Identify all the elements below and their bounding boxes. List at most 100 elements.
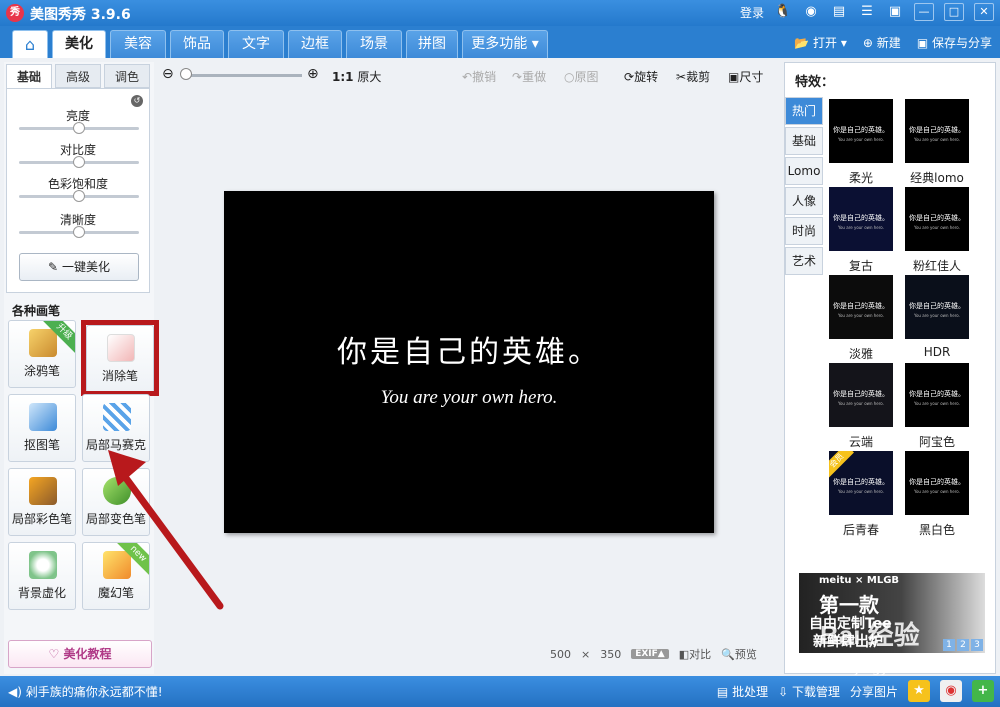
- effect-soft-light[interactable]: 你是自己的英雄。 You are your own hero. 柔光: [829, 99, 893, 186]
- cutout-brush-button[interactable]: 抠图笔: [8, 394, 76, 462]
- effect-retro[interactable]: 你是自己的英雄。 You are your own hero. 复古: [829, 187, 893, 274]
- batch-icon: ▤: [716, 684, 729, 699]
- effect-black-white[interactable]: 你是自己的英雄。 You are your own hero. 黑白色: [905, 451, 969, 538]
- home-icon[interactable]: ⌂: [12, 30, 48, 58]
- background-blur-button[interactable]: 背景虚化: [8, 542, 76, 610]
- fx-cat-art[interactable]: 艺术: [785, 247, 823, 275]
- effect-thumbnail: 你是自己的英雄。 You are your own hero.: [829, 363, 893, 427]
- original-button[interactable]: ○原图: [564, 68, 599, 85]
- fx-cat-portrait[interactable]: 人像: [785, 187, 823, 215]
- contrast-slider[interactable]: [19, 156, 139, 168]
- effect-hdr[interactable]: 你是自己的英雄。 You are your own hero. HDR: [905, 275, 969, 359]
- effect-classic-lomo[interactable]: 你是自己的英雄。 You are your own hero. 经典lomo: [905, 99, 969, 186]
- add-icon[interactable]: +: [972, 680, 994, 702]
- weibo-icon[interactable]: ◉: [802, 3, 820, 21]
- effects-title: 特效：: [795, 75, 835, 90]
- reset-icon[interactable]: ↺: [131, 95, 143, 107]
- ad-page-1[interactable]: 1: [943, 639, 955, 651]
- share-picture-button[interactable]: 分享图片: [850, 683, 898, 700]
- title-bar-controls: 登录 🐧 ◉ ▤ ☰ ▣ — □ ✕: [740, 3, 994, 21]
- brush-label: 背景虚化: [17, 586, 66, 600]
- settings-icon[interactable]: ▣: [886, 3, 904, 21]
- preview-button[interactable]: 🔍预览: [721, 646, 757, 662]
- slider-knob[interactable]: [73, 156, 85, 168]
- subtab-basic[interactable]: 基础: [6, 64, 52, 88]
- tab-more-features[interactable]: 更多功能 ▾: [462, 30, 548, 58]
- effects-panel: 特效： 热门 基础 Lomo 人像 时尚 艺术 你是自己的英雄。 You are …: [784, 62, 996, 674]
- effect-elegant[interactable]: 你是自己的英雄。 You are your own hero. 淡雅: [829, 275, 893, 362]
- minimize-icon[interactable]: —: [914, 3, 934, 21]
- fx-cat-lomo[interactable]: Lomo: [785, 157, 823, 185]
- beautify-tutorial-button[interactable]: ♡ 美化教程: [8, 640, 152, 668]
- wand-icon: ✎: [48, 260, 59, 274]
- photo-canvas[interactable]: 你是自己的英雄。 You are your own hero.: [224, 191, 714, 533]
- preview-icon: 🔍: [721, 648, 735, 661]
- effect-cloud[interactable]: 你是自己的英雄。 You are your own hero. 云端: [829, 363, 893, 450]
- saturation-slider[interactable]: [19, 190, 139, 202]
- basic-adjust-box: ↺ 亮度 对比度 色彩饱和度 清晰度 ✎ 一键美化: [6, 88, 150, 293]
- compare-button[interactable]: ◧对比: [679, 646, 711, 662]
- image-width: 500: [550, 647, 571, 661]
- tab-beautify[interactable]: 美化: [52, 30, 106, 58]
- open-button[interactable]: 📂 打开 ▾: [794, 34, 847, 51]
- slider-knob[interactable]: [73, 122, 85, 134]
- exif-button[interactable]: EXIF▲: [631, 649, 669, 659]
- tab-beauty[interactable]: 美容: [110, 30, 166, 58]
- zoom-slider[interactable]: [182, 74, 302, 77]
- local-color-brush-button[interactable]: 局部彩色笔: [8, 468, 76, 536]
- ad-page-2[interactable]: 2: [957, 639, 969, 651]
- effect-post-youth[interactable]: 会员 你是自己的英雄。 You are your own hero. 后青春: [829, 451, 893, 538]
- download-manager-button[interactable]: ⇩ 下载管理: [778, 683, 840, 700]
- effect-abao-color[interactable]: 你是自己的英雄。 You are your own hero. 阿宝色: [905, 363, 969, 450]
- sharpness-slider[interactable]: [19, 226, 139, 238]
- zoom-knob[interactable]: [180, 68, 192, 80]
- login-link[interactable]: 登录: [740, 4, 764, 21]
- doodle-brush-button[interactable]: 升级 涂鸦笔: [8, 320, 76, 388]
- note-icon[interactable]: ▤: [830, 3, 848, 21]
- slider-knob[interactable]: [73, 226, 85, 238]
- undo-icon: ↶: [462, 70, 473, 84]
- fx-cat-basic[interactable]: 基础: [785, 127, 823, 155]
- subtab-advanced[interactable]: 高级: [55, 64, 101, 88]
- one-click-beautify-button[interactable]: ✎ 一键美化: [19, 253, 139, 281]
- zoom-in-icon[interactable]: ⊕: [307, 66, 319, 82]
- status-message[interactable]: ◀) 剁手族的痛你永远都不懂!: [8, 683, 163, 700]
- subtab-color[interactable]: 调色: [104, 64, 150, 88]
- save-share-button[interactable]: ▣ 保存与分享: [917, 34, 992, 51]
- qq-icon[interactable]: 🐧: [774, 3, 792, 21]
- rotate-button[interactable]: ⟳旋转: [624, 68, 658, 85]
- fx-cat-fashion[interactable]: 时尚: [785, 217, 823, 245]
- brightness-slider[interactable]: [19, 122, 139, 134]
- close-icon[interactable]: ✕: [974, 3, 994, 21]
- batch-button[interactable]: ▤ 批处理: [717, 683, 768, 700]
- zoom-out-icon[interactable]: ⊖: [162, 66, 174, 82]
- tab-scene[interactable]: 场景: [346, 30, 402, 58]
- tab-text[interactable]: 文字: [228, 30, 284, 58]
- fx-cat-hot[interactable]: 热门: [785, 97, 823, 125]
- tab-frame[interactable]: 边框: [288, 30, 342, 58]
- star-icon[interactable]: ★: [908, 680, 930, 702]
- new-button[interactable]: ⊕ 新建: [863, 34, 901, 51]
- adjust-subtabs: 基础 高级 调色: [6, 64, 150, 88]
- redo-button[interactable]: ↷重做: [512, 68, 546, 85]
- undo-button[interactable]: ↶撤销: [462, 68, 496, 85]
- crop-button[interactable]: ✂裁剪: [676, 68, 710, 85]
- file-tools: 📂 打开 ▾ ⊕ 新建 ▣ 保存与分享: [794, 31, 992, 53]
- brush-label: 抠图笔: [23, 438, 60, 452]
- app-title: 美图秀秀 3.9.6: [30, 7, 131, 23]
- mosaic-icon: [103, 403, 131, 431]
- tab-collage[interactable]: 拼图: [406, 30, 458, 58]
- maximize-icon[interactable]: □: [944, 3, 964, 21]
- rotate-icon: ⟳: [624, 70, 635, 84]
- effect-thumbnail: 你是自己的英雄。 You are your own hero.: [829, 99, 893, 163]
- tab-accessories[interactable]: 饰品: [170, 30, 224, 58]
- slider-knob[interactable]: [73, 190, 85, 202]
- effect-thumbnail: 你是自己的英雄。 You are your own hero.: [829, 275, 893, 339]
- weibo-share-icon[interactable]: ◉: [940, 680, 962, 702]
- original-size-button[interactable]: 1:1 原大: [332, 68, 381, 85]
- effect-pink-lady[interactable]: 你是自己的英雄。 You are your own hero. 粉红佳人: [905, 187, 969, 274]
- ad-page-3[interactable]: 3: [971, 639, 983, 651]
- menu-icon[interactable]: ☰: [858, 3, 876, 21]
- brushes-title: 各种画笔: [12, 304, 61, 318]
- resize-button[interactable]: ▣尺寸: [728, 68, 763, 85]
